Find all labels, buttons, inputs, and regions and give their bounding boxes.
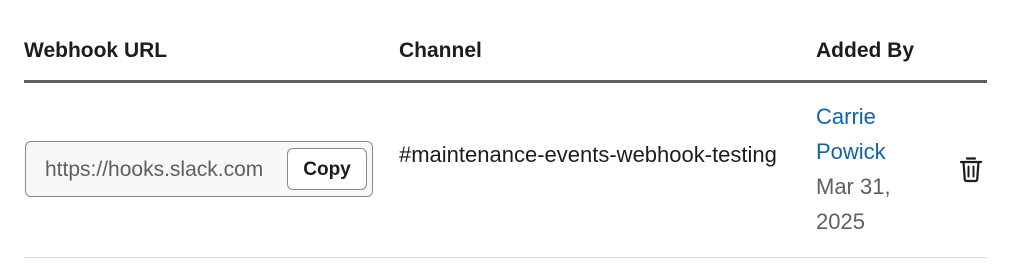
header-divider <box>24 80 987 83</box>
added-by-cell: Carrie Powick Mar 31, 2025 <box>816 99 926 239</box>
trash-icon[interactable] <box>958 155 984 183</box>
column-header-webhook-url: Webhook URL <box>24 39 168 62</box>
webhook-url-field[interactable]: https://hooks.slack.com Copy <box>25 141 373 197</box>
column-header-channel: Channel <box>399 39 482 62</box>
channel-name: #maintenance-events-webhook-testing <box>399 142 777 167</box>
webhooks-table: Webhook URL Channel Added By https://hoo… <box>24 0 987 278</box>
column-header-added-by: Added By <box>816 39 915 62</box>
added-by-user-link[interactable]: Carrie Powick <box>816 99 926 169</box>
webhook-url-value[interactable]: https://hooks.slack.com <box>45 142 293 196</box>
copy-button[interactable]: Copy <box>287 148 367 190</box>
row-divider <box>24 257 987 258</box>
added-date: Mar 31, 2025 <box>816 174 891 234</box>
